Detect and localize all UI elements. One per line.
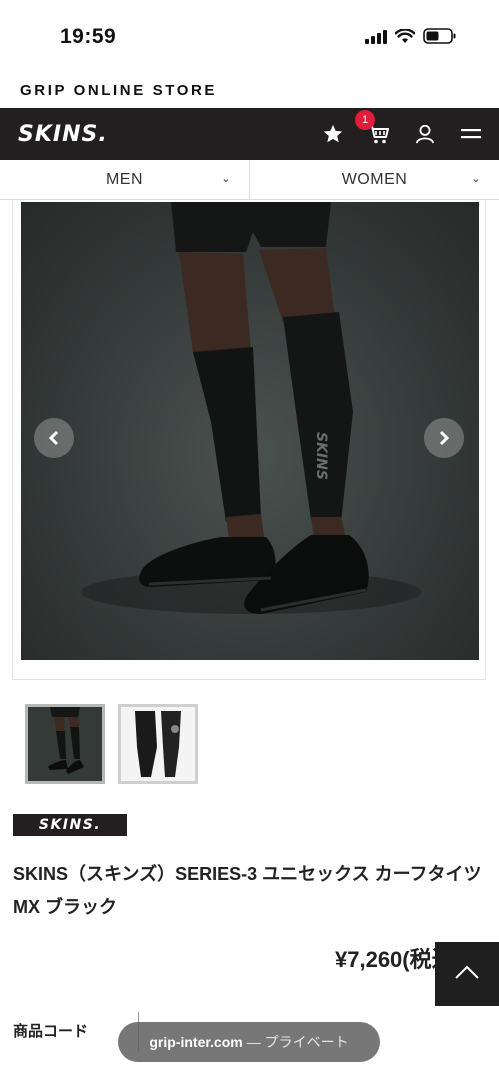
chevron-down-icon: ⌄ xyxy=(471,173,481,185)
user-icon[interactable] xyxy=(413,122,437,146)
thumbnail-strip xyxy=(25,704,198,784)
brand-badge[interactable]: SKINS. xyxy=(13,814,127,836)
menu-icon[interactable] xyxy=(459,122,483,146)
header-bar: SKINS. 1 xyxy=(0,108,499,160)
product-price: ¥7,260(税込) xyxy=(335,947,435,972)
skins-logo[interactable]: SKINS. xyxy=(18,122,108,147)
header-icons: 1 xyxy=(321,108,483,160)
tab-men-label: MEN xyxy=(105,170,144,188)
tab-women-label: WOMEN xyxy=(341,170,408,188)
back-to-top-button[interactable] xyxy=(435,942,499,1006)
url-mode: — プライベート xyxy=(246,1034,349,1050)
svg-text:SKINS: SKINS xyxy=(313,432,329,480)
chevron-left-icon[interactable] xyxy=(34,418,74,458)
tab-men[interactable]: MEN ⌄ xyxy=(0,160,249,199)
status-bar: 19:59 xyxy=(0,0,499,70)
cart-icon[interactable]: 1 xyxy=(355,110,391,146)
chevron-right-icon[interactable] xyxy=(424,418,464,458)
battery-icon xyxy=(423,28,457,44)
category-tabs: MEN ⌄ WOMEN ⌄ xyxy=(0,160,499,200)
status-icons xyxy=(365,28,457,44)
store-title[interactable]: GRIP ONLINE STORE xyxy=(20,82,217,99)
product-gallery: SKINS xyxy=(12,200,486,680)
wifi-icon xyxy=(395,28,415,44)
star-icon[interactable] xyxy=(321,122,345,146)
cart-count-badge: 1 xyxy=(355,110,375,130)
chevron-down-icon: ⌄ xyxy=(221,173,231,185)
chevron-up-icon xyxy=(453,964,481,985)
thumbnail-2[interactable] xyxy=(118,704,198,784)
url-domain: grip-inter.com xyxy=(149,1034,243,1050)
product-main-image[interactable]: SKINS xyxy=(21,202,479,660)
tab-women[interactable]: WOMEN ⌄ xyxy=(249,160,499,199)
product-title: SKINS（スキンズ）SERIES-3 ユニセックス カーフタイツMX ブラック xyxy=(13,864,482,917)
thumbnail-1[interactable] xyxy=(25,704,105,784)
status-time: 19:59 xyxy=(60,25,117,48)
browser-url-pill[interactable]: grip-inter.com — プライベート xyxy=(118,1022,380,1062)
product-code-label: 商品コード xyxy=(13,1023,89,1040)
signal-icon xyxy=(365,28,387,44)
